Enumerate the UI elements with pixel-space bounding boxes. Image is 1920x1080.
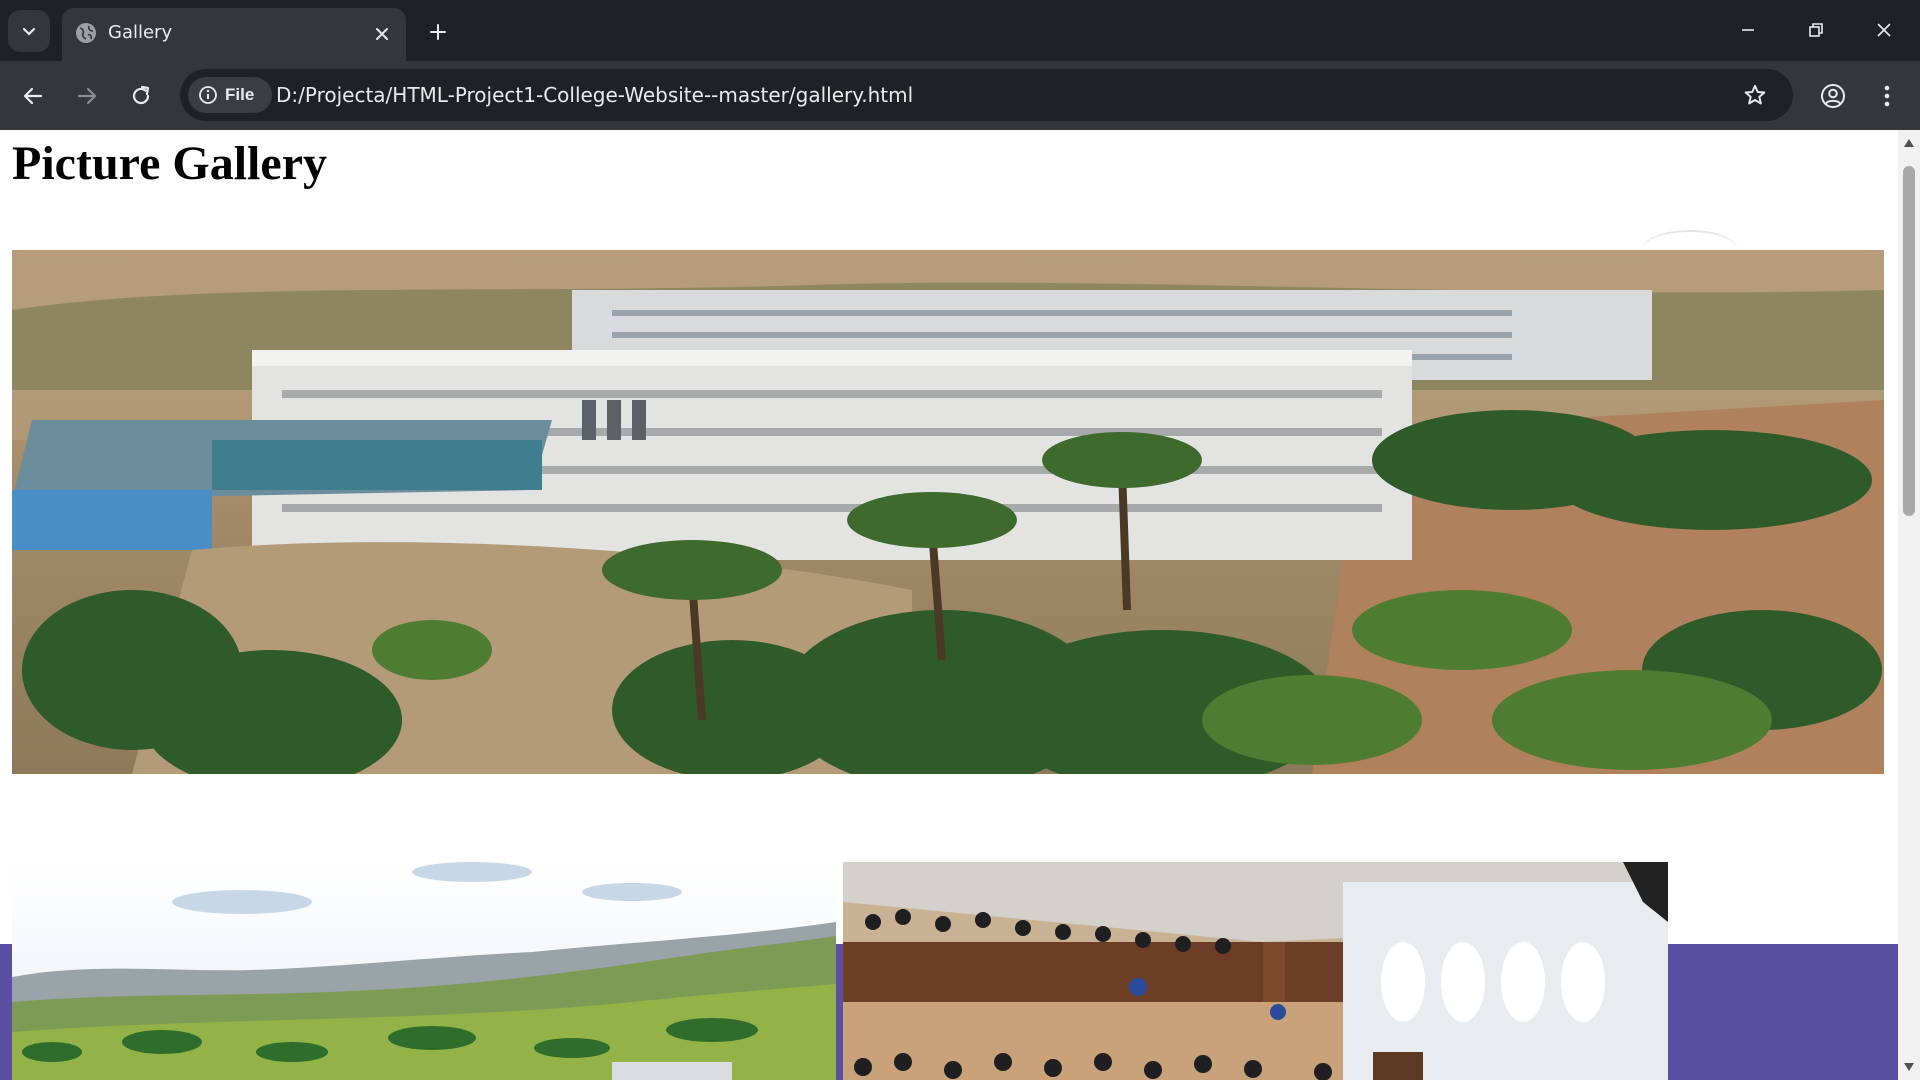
account-icon [1821,84,1845,108]
restore-icon [1809,23,1823,37]
scrollbar-thumb[interactable] [1903,166,1915,516]
back-button[interactable] [14,77,52,115]
landscape-photo [12,862,836,1080]
tab-search-button[interactable] [8,10,50,52]
site-info-chip[interactable]: File [188,77,272,113]
close-window-button[interactable] [1862,10,1906,50]
address-bar[interactable]: File D:/Projecta/HTML-Project1-College-W… [180,69,1793,121]
tab-strip: Gallery [0,0,1920,61]
arrow-left-icon [23,87,43,105]
minimize-button[interactable] [1726,10,1770,50]
new-tab-button[interactable] [420,14,456,50]
url-text[interactable]: D:/Projecta/HTML-Project1-College-Websit… [276,83,913,107]
star-icon [1744,84,1766,105]
reload-button[interactable] [122,77,160,115]
tab-close-button[interactable] [368,20,396,48]
info-icon [199,86,217,104]
close-icon [1877,23,1891,37]
active-tab[interactable]: Gallery [62,8,406,61]
more-vertical-icon [1884,85,1890,107]
browser-menu-button[interactable] [1868,77,1906,115]
profile-button[interactable] [1814,77,1852,115]
page-scrollbar[interactable] [1898,130,1920,1080]
scroll-up-arrow[interactable] [1902,136,1916,150]
triangle-up-icon [1904,139,1914,147]
page-title: Picture Gallery [12,137,327,190]
page-viewport: Picture Gallery [0,130,1898,1080]
scroll-down-arrow[interactable] [1902,1060,1916,1074]
campus-aerial-photo [12,250,1884,774]
forward-button[interactable] [68,77,106,115]
bookmark-button[interactable] [1739,79,1771,111]
auditorium-photo [843,862,1668,1080]
site-chip-label: File [225,85,255,104]
chevron-down-icon [22,27,36,36]
arrow-right-icon [77,87,97,105]
browser-toolbar: File D:/Projecta/HTML-Project1-College-W… [0,61,1920,130]
triangle-down-icon [1904,1063,1914,1071]
close-icon [376,28,388,40]
tab-title: Gallery [108,22,173,43]
restore-button[interactable] [1794,10,1838,50]
plus-icon [430,24,446,40]
reload-icon [132,85,150,105]
globe-icon [76,23,96,43]
minimize-icon [1742,29,1754,31]
